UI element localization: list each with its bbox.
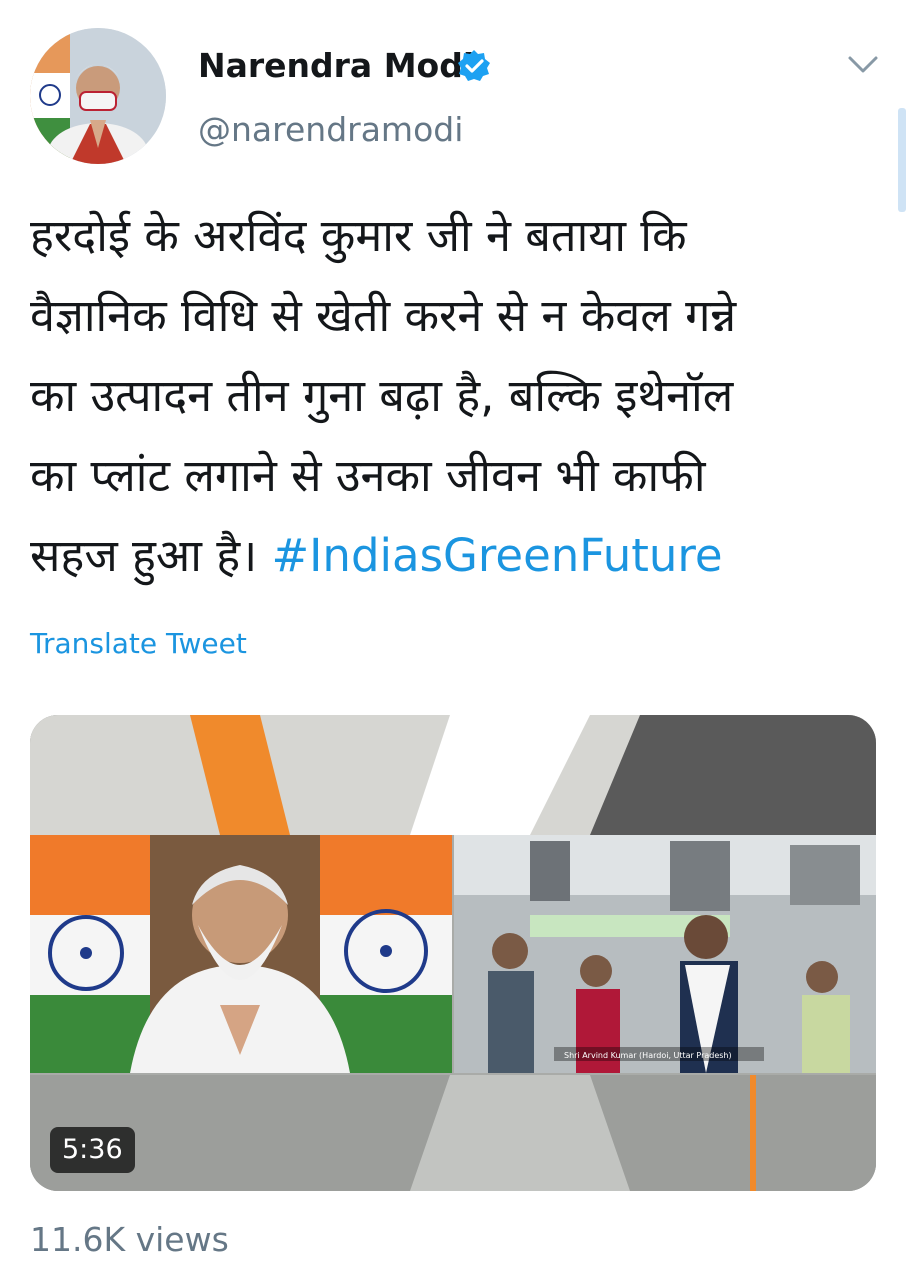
display-name[interactable]: Narendra Modi (198, 44, 474, 88)
video-caption: Shri Arvind Kumar (Hardoi, Uttar Pradesh… (564, 1051, 732, 1060)
tweet-text-last-line: सहज हुआ है। #IndiasGreenFuture (30, 516, 880, 596)
tweet-text-line: हरदोई के अरविंद कुमार जी ने बताया कि (30, 209, 687, 262)
tweet-text: हरदोई के अरविंद कुमार जी ने बताया कि वैज… (30, 196, 880, 596)
hashtag-link[interactable]: #IndiasGreenFuture (271, 529, 722, 582)
scrollbar-thumb[interactable] (898, 108, 906, 212)
avatar[interactable] (30, 28, 166, 164)
tweet-text-line: का प्लांट लगाने से उनका जीवन भी काफी (30, 449, 706, 502)
video-player[interactable]: Shri Arvind Kumar (Hardoi, Uttar Pradesh… (30, 715, 876, 1191)
tweet-text-line: का उत्पादन तीन गुना बढ़ा है, बल्कि इथेनॉ… (30, 369, 734, 422)
tweet-text-line-start: सहज हुआ है। (30, 529, 272, 582)
verified-badge-icon (458, 50, 490, 81)
avatar-image (30, 28, 166, 164)
video-thumbnail (30, 715, 876, 1191)
translate-tweet-link[interactable]: Translate Tweet (30, 626, 247, 662)
user-handle[interactable]: @narendramodi (198, 108, 463, 152)
tweet-text-line: वैज्ञानिक विधि से खेती करने से न केवल गन… (30, 289, 737, 342)
video-duration-badge: 5:36 (50, 1127, 135, 1173)
tweet-page: Narendra Modi @narendramodi हरदोई के अरव… (0, 0, 906, 1280)
view-count: 11.6K views (30, 1220, 229, 1259)
chevron-down-icon[interactable] (846, 52, 880, 76)
